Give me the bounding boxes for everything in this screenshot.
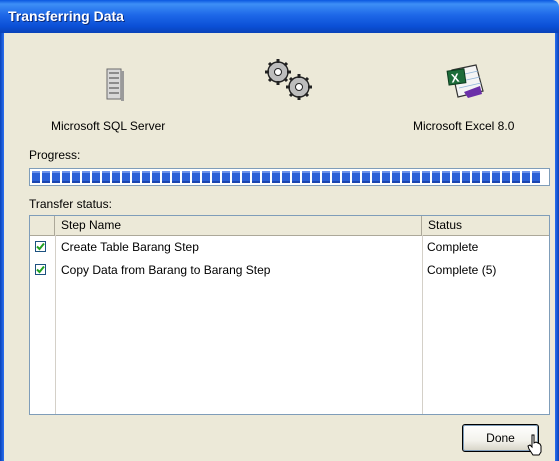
progress-segment — [322, 171, 330, 183]
window-frame-right — [555, 33, 559, 461]
progress-segment — [462, 171, 470, 183]
column-header-step-name[interactable]: Step Name — [55, 216, 422, 235]
progress-segment — [122, 171, 130, 183]
step-status: Complete — [427, 240, 479, 254]
progress-segment — [252, 171, 260, 183]
progress-segment — [42, 171, 50, 183]
header-checkbox-column[interactable] — [30, 216, 55, 235]
progress-segment — [152, 171, 160, 183]
progress-segment — [102, 171, 110, 183]
progress-segment — [202, 171, 210, 183]
progress-segment — [272, 171, 280, 183]
progress-label: Progress: — [29, 148, 81, 162]
progress-segment — [352, 171, 360, 183]
progress-segment — [502, 171, 510, 183]
check-icon — [36, 265, 45, 274]
progress-segment — [532, 171, 540, 183]
table-row[interactable]: Create Table Barang Step Complete — [30, 237, 549, 257]
progress-fill — [32, 171, 547, 183]
progress-segment — [192, 171, 200, 183]
progress-segment — [472, 171, 480, 183]
progress-segment — [512, 171, 520, 183]
excel-icon: X — [446, 64, 486, 103]
progress-segment — [262, 171, 270, 183]
progress-segment — [392, 171, 400, 183]
progress-segment — [442, 171, 450, 183]
transfer-status-list[interactable]: Step Name Status Create Table Barang Ste… — [29, 215, 550, 415]
progress-segment — [142, 171, 150, 183]
progress-segment — [62, 171, 70, 183]
source-label: Microsoft SQL Server — [51, 119, 166, 133]
progress-segment — [92, 171, 100, 183]
progress-segment — [182, 171, 190, 183]
progress-segment — [342, 171, 350, 183]
progress-segment — [292, 171, 300, 183]
window-frame-left — [0, 33, 4, 461]
progress-bar — [29, 168, 550, 186]
step-name: Copy Data from Barang to Barang Step — [61, 263, 271, 277]
progress-segment — [402, 171, 410, 183]
progress-segment — [482, 171, 490, 183]
progress-segment — [422, 171, 430, 183]
title-bar[interactable]: Transferring Data — [0, 0, 559, 33]
progress-segment — [132, 171, 140, 183]
step-name: Create Table Barang Step — [61, 240, 199, 254]
progress-segment — [222, 171, 230, 183]
progress-segment — [172, 171, 180, 183]
check-icon — [36, 242, 45, 251]
progress-segment — [302, 171, 310, 183]
progress-segment — [212, 171, 220, 183]
progress-segment — [522, 171, 530, 183]
progress-segment — [432, 171, 440, 183]
progress-segment — [112, 171, 120, 183]
progress-segment — [332, 171, 340, 183]
step-checkbox[interactable] — [35, 241, 46, 252]
progress-segment — [452, 171, 460, 183]
progress-segment — [492, 171, 500, 183]
progress-segment — [362, 171, 370, 183]
progress-segment — [282, 171, 290, 183]
progress-segment — [242, 171, 250, 183]
server-icon — [104, 68, 126, 105]
hand-cursor-icon — [527, 434, 543, 459]
progress-segment — [162, 171, 170, 183]
transfer-status-label: Transfer status: — [29, 197, 112, 211]
window-title: Transferring Data — [8, 8, 124, 24]
column-header-status[interactable]: Status — [422, 216, 549, 235]
progress-segment — [412, 171, 420, 183]
progress-segment — [382, 171, 390, 183]
progress-segment — [32, 171, 40, 183]
table-row[interactable]: Copy Data from Barang to Barang Step Com… — [30, 260, 549, 280]
progress-segment — [72, 171, 80, 183]
table-header: Step Name Status — [30, 216, 549, 236]
progress-segment — [52, 171, 60, 183]
progress-segment — [372, 171, 380, 183]
progress-segment — [232, 171, 240, 183]
step-checkbox[interactable] — [35, 264, 46, 275]
destination-label: Microsoft Excel 8.0 — [413, 119, 515, 133]
gears-icon — [262, 58, 316, 105]
progress-segment — [82, 171, 90, 183]
step-status: Complete (5) — [427, 263, 497, 277]
progress-segment — [312, 171, 320, 183]
